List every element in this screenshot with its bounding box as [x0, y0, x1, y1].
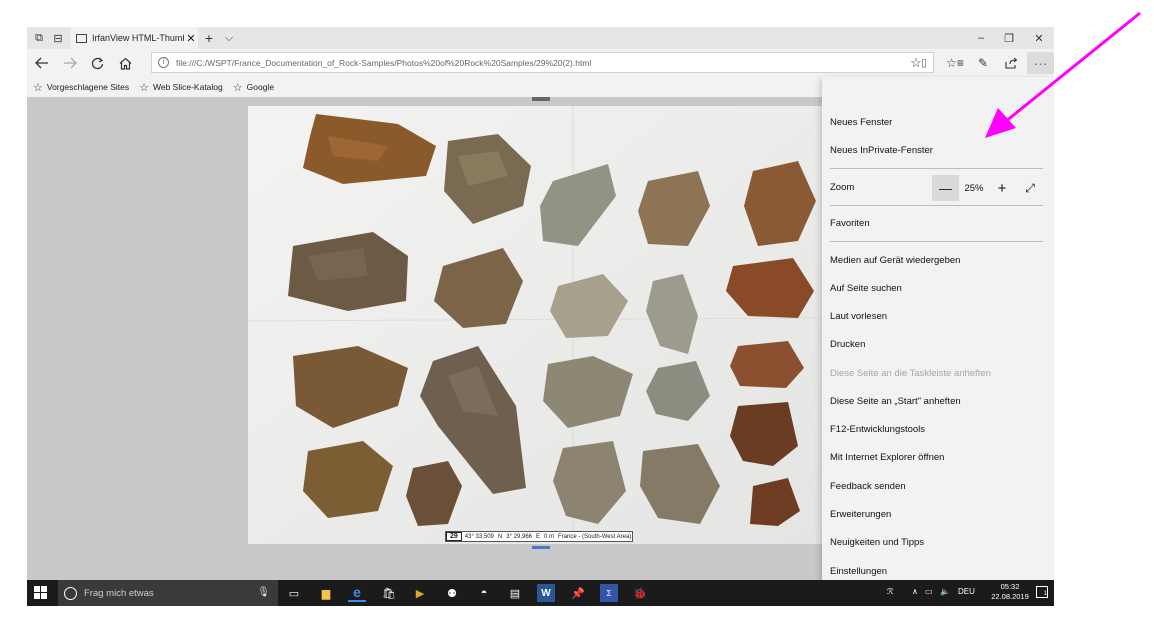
menu-whats-new[interactable]: Neuigkeiten und Tipps — [830, 533, 1045, 551]
refresh-button[interactable] — [85, 52, 109, 74]
forward-button[interactable] — [58, 52, 82, 74]
battery-icon[interactable]: ▭ — [925, 587, 933, 596]
menu-pin-to-start[interactable]: Diese Seite an „Start" anheften — [830, 392, 1045, 410]
cortana-search-box[interactable]: Frag mich etwas 🎙 — [58, 580, 278, 606]
cortana-circle-icon — [64, 586, 77, 600]
language-indicator[interactable]: DEU — [958, 587, 975, 596]
task-view-icon[interactable]: ▭ — [285, 584, 303, 602]
page-content: 29 43° 33,509 N 3° 29,966 E 0 m France -… — [27, 97, 822, 580]
menu-favorites[interactable]: Favoriten — [830, 214, 1045, 232]
rock-samples-photo[interactable]: 29 43° 33,509 N 3° 29,966 E 0 m France -… — [248, 106, 822, 544]
star-icon: ☆ — [232, 81, 243, 94]
forward-arrow-icon — [64, 57, 77, 69]
menu-open-with-ie[interactable]: Mit Internet Explorer öffnen — [830, 448, 1045, 466]
menu-print[interactable]: Drucken — [830, 335, 1045, 353]
edge-browser-window: ⧉ ⊟ IrfanView HTML-Thumb ✕ + ⌵ – ❐ ✕ i f… — [27, 27, 1054, 580]
sample-number: 29 — [446, 532, 462, 541]
tab-irfanview[interactable]: IrfanView HTML-Thumb ✕ — [71, 27, 198, 49]
word-icon[interactable]: W — [537, 584, 555, 602]
tab-close-icon[interactable]: ✕ — [184, 32, 198, 45]
fullscreen-button[interactable]: ⤢ — [1018, 175, 1042, 201]
caption-location: France - (South-West Area) — [558, 533, 632, 540]
url-text: file:///C:/WSPT/France_Documentation_of_… — [176, 57, 592, 68]
favorites-hub-icon[interactable]: ☆≡ — [943, 52, 967, 74]
app-icon-4[interactable]: Σ — [600, 584, 618, 602]
clock-date: 22.08.2019 — [991, 592, 1029, 601]
menu-settings[interactable]: Einstellungen — [830, 562, 1045, 580]
star-icon: ☆ — [139, 81, 149, 94]
navigation-bar: i file:///C:/WSPT/France_Documentation_o… — [27, 49, 1054, 77]
menu-send-feedback[interactable]: Feedback senden — [830, 477, 1045, 495]
tray-overflow-icon[interactable]: ∧ — [912, 587, 918, 596]
menu-find-on-page[interactable]: Auf Seite suchen — [830, 279, 1045, 297]
volume-icon[interactable]: 🔈 — [940, 587, 950, 596]
menu-extensions[interactable]: Erweiterungen — [830, 505, 1045, 523]
more-actions-menu: Neues Fenster Neues InPrivate-Fenster Zo… — [822, 77, 1054, 580]
notification-count: 1 — [1043, 591, 1047, 597]
page-marker-top — [532, 97, 550, 101]
rock-samples-image — [248, 106, 822, 544]
zoom-out-button[interactable]: — — [932, 175, 959, 201]
media-player-icon[interactable]: ▶ — [411, 584, 429, 602]
favorite-google[interactable]: ☆ Google — [233, 81, 274, 94]
menu-zoom-label: Zoom — [830, 181, 855, 193]
menu-devtools[interactable]: F12-Entwicklungstools — [830, 420, 1045, 438]
action-center-icon[interactable]: 1 — [1036, 586, 1048, 598]
new-tab-button[interactable]: + — [200, 27, 218, 49]
set-aside-tabs-icon[interactable]: ⊟ — [49, 27, 67, 49]
site-info-icon[interactable]: i — [158, 57, 169, 68]
title-bar: ⧉ ⊟ IrfanView HTML-Thumb ✕ + ⌵ – ❐ ✕ — [27, 27, 1054, 49]
tab-preview-icon[interactable]: ⧉ — [30, 27, 48, 49]
address-bar[interactable]: i file:///C:/WSPT/France_Documentation_o… — [151, 52, 934, 73]
tab-list-button[interactable]: ⌵ — [220, 27, 238, 49]
menu-pin-to-taskbar: Diese Seite an die Taskleiste anheften — [830, 367, 991, 379]
zoom-in-button[interactable]: + — [990, 175, 1014, 201]
annotation-arrow-icon — [985, 11, 1141, 138]
tab-title: IrfanView HTML-Thumb — [92, 33, 184, 43]
favorites-bar: ☆ Vorgeschlagene Sites ☆ Web Slice-Katal… — [27, 77, 822, 97]
photo-caption: 29 43° 33,509 N 3° 29,966 E 0 m France -… — [445, 531, 633, 542]
pin-app-icon[interactable]: 📌 — [569, 584, 587, 602]
menu-read-aloud[interactable]: Laut vorlesen — [830, 307, 1045, 325]
people-icon[interactable]: ℛ — [887, 587, 893, 596]
favorite-suggested-sites[interactable]: ☆ Vorgeschlagene Sites — [33, 81, 129, 94]
caption-elevation: 0 m — [544, 533, 555, 540]
caption-longitude: 3° 29,966 — [506, 533, 532, 540]
back-button[interactable] — [30, 52, 54, 74]
store-icon[interactable]: 🛍 — [380, 584, 398, 602]
star-icon: ☆ — [33, 81, 43, 94]
screen: ⧉ ⊟ IrfanView HTML-Thumb ✕ + ⌵ – ❐ ✕ i f… — [0, 0, 1154, 621]
search-placeholder: Frag mich etwas — [84, 587, 154, 599]
page-icon — [76, 33, 87, 43]
caption-lon-dir: E — [536, 533, 541, 540]
menu-divider — [830, 168, 1043, 169]
favorite-web-slice[interactable]: ☆ Web Slice-Katalog — [139, 81, 223, 94]
menu-divider — [830, 205, 1043, 206]
irfanview-icon[interactable]: 🐞 — [631, 584, 649, 602]
app-icon-3[interactable]: ▤ — [506, 584, 524, 602]
zoom-level: 25% — [964, 182, 984, 194]
clock-time: 05:32 — [1000, 582, 1020, 591]
app-icon-2[interactable]: ◓ — [475, 584, 493, 602]
home-icon — [119, 57, 131, 70]
caption-latitude: 43° 33,509 — [464, 533, 494, 540]
home-button[interactable] — [113, 52, 137, 74]
back-arrow-icon — [35, 57, 48, 69]
windows-start-icon[interactable] — [34, 586, 48, 600]
app-icon-1[interactable]: ⚉ — [443, 584, 461, 602]
menu-divider — [830, 241, 1043, 242]
menu-cast-media[interactable]: Medien auf Gerät wiedergeben — [830, 251, 1045, 269]
clock[interactable]: 05:32 22.08.2019 — [988, 582, 1032, 602]
edge-taskbar-icon[interactable]: e — [348, 584, 366, 602]
refresh-icon — [91, 57, 103, 69]
page-marker-bottom — [532, 546, 550, 549]
caption-lat-dir: N — [497, 533, 503, 540]
add-favorite-star-icon[interactable]: ☆ — [904, 52, 928, 74]
file-explorer-icon[interactable]: ▆ — [317, 584, 335, 602]
microphone-icon[interactable]: 🎙 — [257, 587, 270, 598]
windows-taskbar: Frag mich etwas 🎙 ▭ ▆ e 🛍 ▶ ⚉ ◓ ▤ W 📌 Σ … — [27, 580, 1054, 606]
